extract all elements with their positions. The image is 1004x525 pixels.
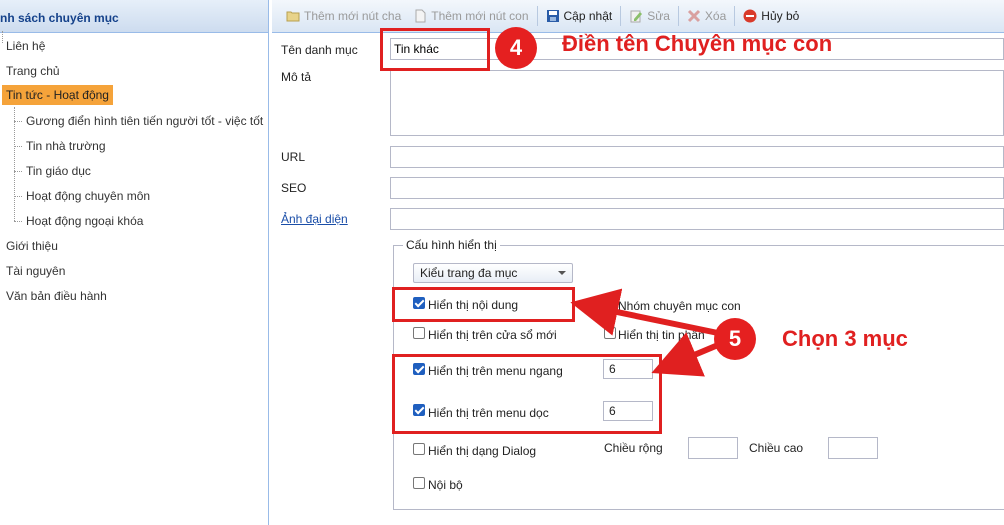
arrow-to-show-content — [570, 288, 719, 336]
arrow-to-menu-options — [651, 332, 720, 377]
app-window: nh sách chuyên mục Liên hệ Trang chủ Tin… — [0, 0, 1004, 525]
step-5-instruction: Chọn 3 mục — [782, 326, 908, 351]
step-5-badge: 5 — [714, 318, 756, 360]
annotation-arrows — [570, 288, 720, 377]
